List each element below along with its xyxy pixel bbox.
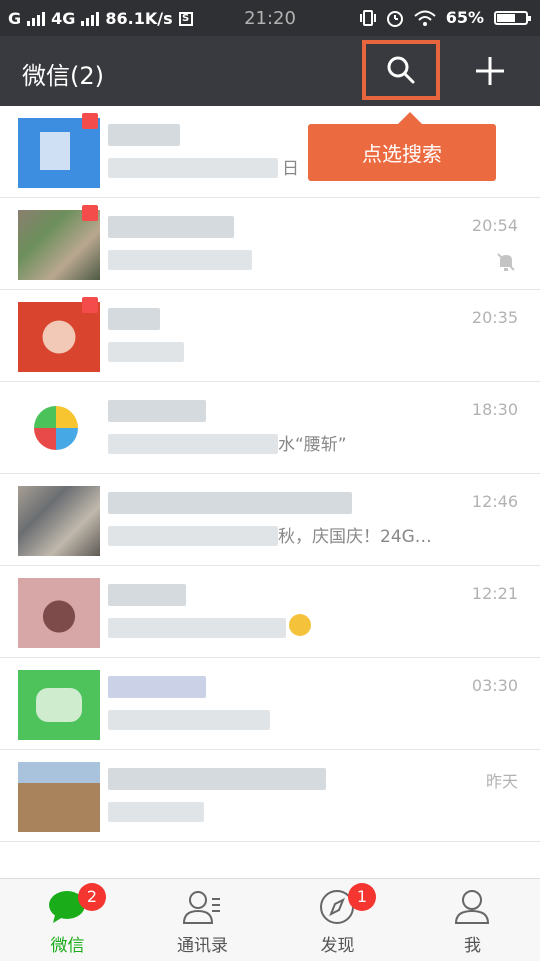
tab-contacts[interactable]: 通讯录 bbox=[135, 879, 270, 961]
add-button[interactable] bbox=[466, 44, 514, 98]
chat-item[interactable]: 水“腰斩” 18:30 bbox=[0, 382, 540, 474]
chat-time: 03:30 bbox=[471, 676, 518, 695]
chat-preview-blur bbox=[108, 802, 204, 822]
search-button[interactable] bbox=[362, 40, 440, 100]
chat-preview: 秋，庆国庆！24G… bbox=[278, 527, 432, 547]
chat-name bbox=[108, 124, 180, 146]
chat-preview: 水“腰斩” bbox=[278, 435, 347, 455]
chat-name bbox=[108, 768, 326, 790]
chat-item[interactable]: 03:30 bbox=[0, 658, 540, 750]
tab-me-label: 我 bbox=[464, 936, 481, 956]
unread-dot bbox=[82, 297, 98, 313]
chat-time: 20:54 bbox=[471, 216, 518, 235]
wifi-icon bbox=[414, 10, 436, 26]
chat-item[interactable]: 20:35 bbox=[0, 290, 540, 382]
chat-time: 昨天 bbox=[485, 772, 518, 791]
tab-chats-badge: 2 bbox=[78, 883, 106, 911]
chat-name bbox=[108, 308, 160, 330]
tab-chats-label: 微信 bbox=[50, 936, 85, 956]
search-icon bbox=[387, 56, 415, 84]
chat-time: 12:21 bbox=[471, 584, 518, 603]
battery-fill bbox=[497, 13, 516, 22]
vibrate-icon bbox=[359, 9, 376, 26]
chat-name bbox=[108, 216, 234, 238]
tab-bar: 2 微信 通讯录 1 发现 我 bbox=[0, 878, 540, 961]
unread-dot bbox=[82, 113, 98, 129]
avatar bbox=[18, 578, 100, 648]
mute-icon bbox=[497, 253, 515, 271]
title-bar: 微信(2) bbox=[0, 36, 540, 106]
alarm-icon bbox=[386, 10, 403, 27]
chat-item[interactable]: 12:21 bbox=[0, 566, 540, 658]
grin-emoji-icon bbox=[289, 614, 311, 636]
plus-icon bbox=[476, 57, 504, 85]
avatar bbox=[18, 486, 100, 556]
status-bar: G 4G 86.1K/s S 21:20 65% bbox=[0, 0, 540, 36]
tab-discover[interactable]: 1 发现 bbox=[270, 879, 405, 961]
avatar bbox=[18, 394, 100, 464]
chat-time: 12:46 bbox=[471, 492, 518, 511]
chat-preview-blur bbox=[108, 526, 278, 546]
chat-item[interactable]: 20:54 bbox=[0, 198, 540, 290]
chat-item[interactable]: 昨天 bbox=[0, 750, 540, 842]
tab-contacts-label: 通讯录 bbox=[177, 936, 228, 956]
chat-preview: 日 bbox=[282, 159, 299, 179]
chat-preview-blur bbox=[108, 618, 286, 638]
chat-item[interactable]: 秋，庆国庆！24G… 12:46 bbox=[0, 474, 540, 566]
person-icon bbox=[454, 890, 490, 924]
tab-me[interactable]: 我 bbox=[405, 879, 540, 961]
chat-name bbox=[108, 584, 186, 606]
chat-preview-blur bbox=[108, 710, 270, 730]
battery-percent: 65% bbox=[445, 8, 484, 27]
chat-preview-blur bbox=[108, 250, 252, 270]
avatar bbox=[18, 670, 100, 740]
tab-discover-badge: 1 bbox=[348, 883, 376, 911]
battery-icon bbox=[494, 10, 531, 25]
chat-name bbox=[108, 676, 206, 698]
unread-dot bbox=[82, 205, 98, 221]
avatar bbox=[18, 762, 100, 832]
search-tooltip: 点选搜索 bbox=[308, 112, 496, 181]
contacts-icon bbox=[182, 891, 220, 924]
chat-preview-blur bbox=[108, 434, 278, 454]
chat-time: 18:30 bbox=[471, 400, 518, 419]
chat-name bbox=[108, 400, 206, 422]
chat-preview-blur bbox=[108, 342, 184, 362]
chat-list: 日 20:54 20:35 水“腰斩” 18:30 秋，庆国庆！24G… 12:… bbox=[0, 106, 540, 842]
tab-discover-label: 发现 bbox=[320, 936, 355, 956]
chat-preview-blur bbox=[108, 158, 278, 178]
chat-time: 20:35 bbox=[471, 308, 518, 327]
page-title: 微信(2) bbox=[22, 62, 104, 90]
status-right: 65% bbox=[359, 8, 531, 27]
chat-name bbox=[108, 492, 352, 514]
tab-chats[interactable]: 2 微信 bbox=[0, 879, 135, 961]
